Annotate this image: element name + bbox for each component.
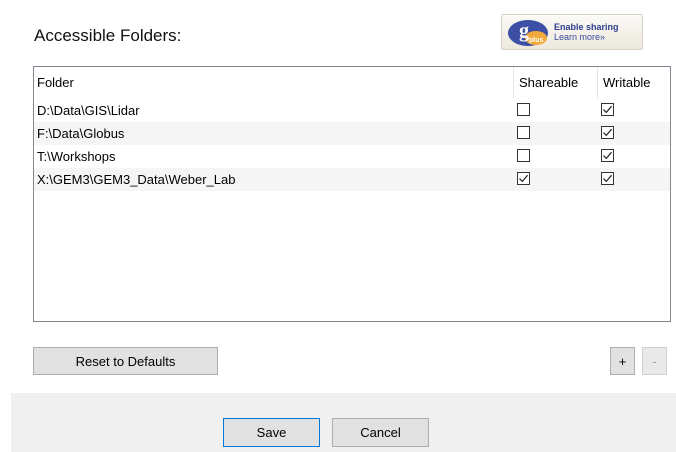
shareable-checkbox[interactable] (517, 126, 530, 139)
accessible-folders-table[interactable]: Folder Shareable Writable D:\Data\GIS\Li… (33, 66, 671, 322)
save-button[interactable]: Save (223, 418, 320, 447)
shareable-checkbox[interactable] (517, 103, 530, 116)
checkmark-icon (603, 174, 613, 183)
folder-path: X:\GEM3\GEM3_Data\Weber_Lab (37, 172, 236, 187)
writable-checkbox[interactable] (601, 126, 614, 139)
enable-sharing-label: Enable sharing (554, 22, 619, 32)
shareable-checkbox[interactable] (517, 172, 530, 185)
folder-path: D:\Data\GIS\Lidar (37, 103, 140, 118)
shareable-checkbox[interactable] (517, 149, 530, 162)
table-row[interactable]: D:\Data\GIS\Lidar (34, 99, 670, 122)
column-divider (597, 67, 598, 98)
table-row[interactable]: T:\Workshops (34, 145, 670, 168)
folder-path: T:\Workshops (37, 149, 116, 164)
column-header-folder[interactable]: Folder (37, 67, 74, 98)
checkmark-icon (519, 174, 529, 183)
column-header-shareable[interactable]: Shareable (519, 67, 578, 98)
writable-checkbox[interactable] (601, 172, 614, 185)
column-divider (513, 67, 514, 98)
table-row[interactable]: X:\GEM3\GEM3_Data\Weber_Lab (34, 168, 670, 191)
accessible-folders-heading: Accessible Folders: (34, 26, 182, 45)
reset-to-defaults-button[interactable]: Reset to Defaults (33, 347, 218, 375)
checkmark-icon (603, 151, 613, 160)
table-row[interactable]: F:\Data\Globus (34, 122, 670, 145)
remove-folder-button[interactable]: - (642, 347, 667, 375)
globus-plus-sharing-badge[interactable]: g plus Enable sharing Learn more» (501, 14, 643, 50)
writable-checkbox[interactable] (601, 149, 614, 162)
globus-badge-text: Enable sharing Learn more» (554, 22, 619, 42)
folder-path: F:\Data\Globus (37, 126, 125, 141)
column-header-writable[interactable]: Writable (603, 67, 650, 98)
add-folder-button[interactable]: + (610, 347, 635, 375)
writable-checkbox[interactable] (601, 103, 614, 116)
checkmark-icon (603, 105, 613, 114)
checkmark-icon (603, 128, 613, 137)
learn-more-link[interactable]: Learn more» (554, 32, 619, 42)
globus-logo-letter: g (519, 20, 529, 42)
globus-logo-word: plus (529, 37, 543, 44)
cancel-button[interactable]: Cancel (332, 418, 429, 447)
globus-plus-logo-icon: g plus (508, 20, 548, 46)
table-header-row: Folder Shareable Writable (34, 67, 670, 98)
